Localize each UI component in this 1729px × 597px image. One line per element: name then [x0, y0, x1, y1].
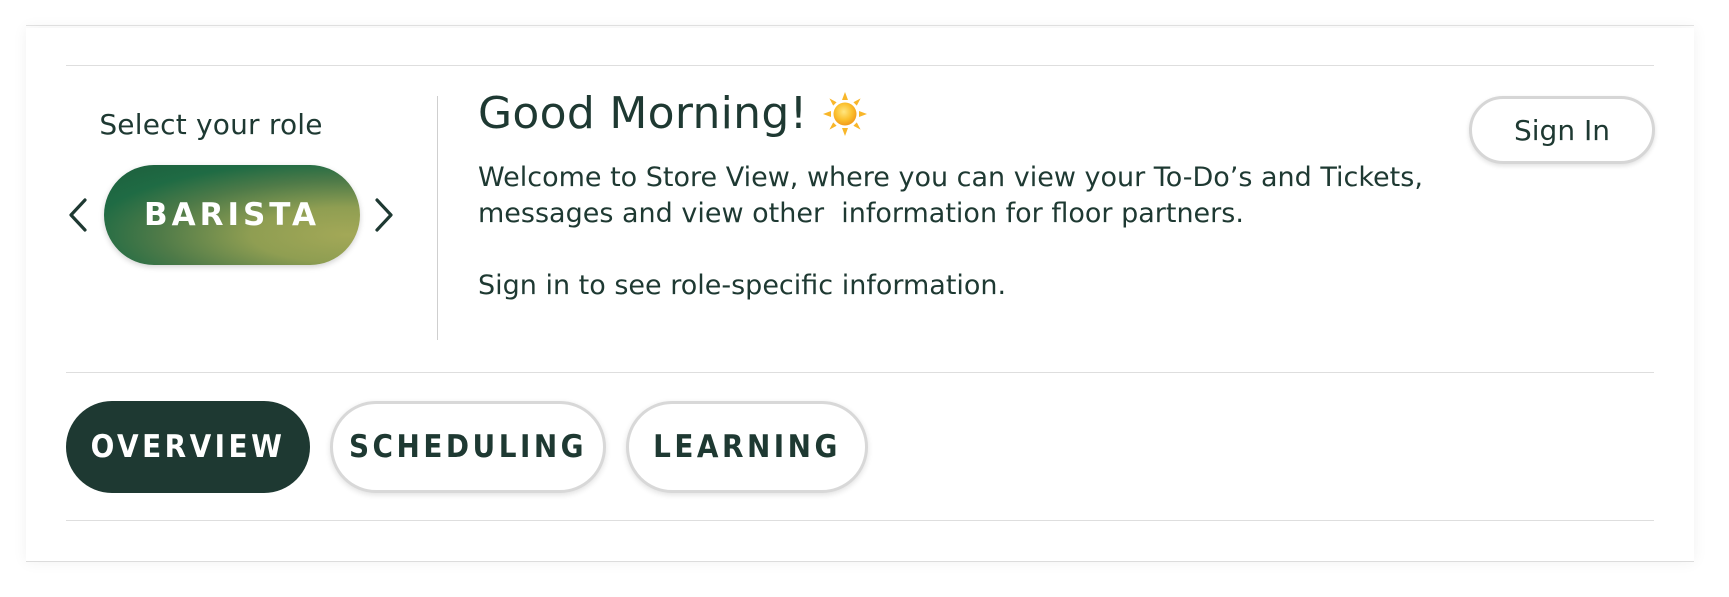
sign-in-label: Sign In	[1514, 113, 1610, 147]
tab-scheduling[interactable]: SCHEDULING	[330, 401, 606, 493]
tab-scheduling-label: SCHEDULING	[348, 429, 588, 465]
page: Select your role BARISTA Good Morning! W…	[0, 0, 1729, 597]
chevron-right-icon	[375, 198, 393, 232]
previous-role-button[interactable]	[64, 193, 92, 237]
tab-overview[interactable]: OVERVIEW	[66, 401, 310, 493]
store-view-card: Select your role BARISTA Good Morning! W…	[26, 28, 1694, 562]
sign-in-button[interactable]: Sign In	[1469, 96, 1655, 164]
tab-learning[interactable]: LEARNING	[626, 401, 868, 493]
sign-in-hint: Sign in to see role-specific information…	[478, 270, 1007, 301]
welcome-line-2: messages and view other information for …	[478, 198, 1244, 229]
welcome-line-1: Welcome to Store View, where you can vie…	[478, 162, 1423, 193]
vertical-divider	[437, 96, 438, 340]
welcome-message: Welcome to Store View, where you can vie…	[478, 160, 1438, 232]
divider-middle	[66, 372, 1654, 373]
tab-learning-label: LEARNING	[653, 429, 841, 465]
divider-bottom	[66, 520, 1654, 521]
role-selector-label: Select your role	[99, 108, 323, 141]
greeting-header: Good Morning!	[478, 88, 868, 139]
tab-bar: OVERVIEW SCHEDULING LEARNING	[66, 401, 868, 493]
divider-top	[66, 65, 1654, 66]
tab-overview-label: OVERVIEW	[90, 429, 286, 465]
role-pill-button[interactable]: BARISTA	[104, 165, 360, 265]
next-role-button[interactable]	[370, 193, 398, 237]
role-pill-label: BARISTA	[143, 197, 321, 233]
top-divider	[26, 25, 1694, 26]
chevron-left-icon	[69, 198, 87, 232]
sun-icon	[822, 91, 867, 136]
greeting-title: Good Morning!	[478, 88, 808, 139]
